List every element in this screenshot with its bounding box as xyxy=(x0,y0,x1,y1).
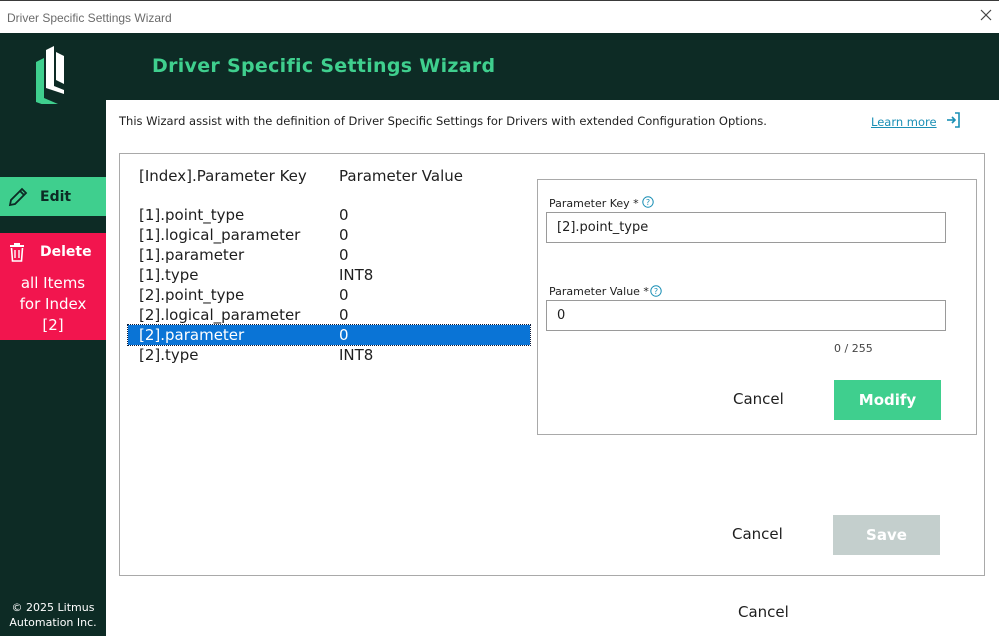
row-value: 0 xyxy=(339,246,349,264)
sidebar: Edit Delete all Items for Index [2] © 20… xyxy=(0,33,106,636)
list-item[interactable]: [2].type INT8 xyxy=(128,345,530,365)
learn-more-link[interactable]: Learn more xyxy=(871,115,937,129)
parameter-value-label: Parameter Value * xyxy=(549,285,649,298)
cancel-button[interactable]: Cancel xyxy=(732,525,783,543)
row-key: [1].point_type xyxy=(139,206,245,224)
row-key: [1].logical_parameter xyxy=(139,226,301,244)
help-icon[interactable]: ? xyxy=(650,285,662,297)
column-header-key: [Index].Parameter Key xyxy=(139,167,307,185)
list-item[interactable]: [2].point_type 0 xyxy=(128,285,530,305)
pencil-icon xyxy=(8,187,28,207)
list-item[interactable]: [2].logical_parameter 0 xyxy=(128,305,530,325)
list-item[interactable]: [1].point_type 0 xyxy=(128,205,530,225)
trash-icon xyxy=(10,243,24,262)
row-value: 0 xyxy=(339,326,349,344)
wizard-description: This Wizard assist with the definition o… xyxy=(119,114,767,128)
close-icon[interactable] xyxy=(979,8,993,22)
edit-label: Edit xyxy=(40,189,72,205)
list-item[interactable]: [1].type INT8 xyxy=(128,265,530,285)
row-key: [2].parameter xyxy=(139,326,245,344)
svg-text:?: ? xyxy=(646,198,650,207)
row-key: [1].parameter xyxy=(139,246,245,264)
header: Driver Specific Settings Wizard xyxy=(106,33,999,100)
parameter-list: [1].point_type 0 [1].logical_parameter 0 [… xyxy=(127,205,531,365)
row-value: 0 xyxy=(339,226,349,244)
row-key: [2].type xyxy=(139,346,199,364)
parameter-key-input[interactable] xyxy=(546,212,946,243)
parameter-key-label: Parameter Key * xyxy=(549,197,639,210)
row-key: [1].type xyxy=(139,266,199,284)
row-key: [2].point_type xyxy=(139,286,245,304)
column-header-value: Parameter Value xyxy=(339,167,463,185)
delete-label: Delete xyxy=(40,244,92,260)
svg-text:?: ? xyxy=(654,287,658,296)
delete-sub-label: all Items for Index [2] xyxy=(19,274,87,334)
outer-cancel-button[interactable]: Cancel xyxy=(738,603,789,621)
row-value: 0 xyxy=(339,286,349,304)
list-item[interactable]: [2].parameter 0 xyxy=(127,324,531,346)
save-button: Save xyxy=(833,515,940,555)
delete-button[interactable]: Delete all Items for Index [2] xyxy=(0,233,106,340)
row-value: INT8 xyxy=(339,346,374,364)
page-title: Driver Specific Settings Wizard xyxy=(152,55,496,77)
copyright: © 2025 Litmus Automation Inc. xyxy=(9,601,97,629)
row-value: INT8 xyxy=(339,266,374,284)
edit-button[interactable]: Edit xyxy=(0,177,106,216)
list-item[interactable]: [1].logical_parameter 0 xyxy=(128,225,530,245)
row-key: [2].logical_parameter xyxy=(139,306,301,324)
help-icon[interactable]: ? xyxy=(642,196,654,208)
row-value: 0 xyxy=(339,206,349,224)
parameter-value-input[interactable] xyxy=(546,300,946,331)
row-value: 0 xyxy=(339,306,349,324)
editor-cancel-button[interactable]: Cancel xyxy=(733,390,784,408)
external-link-icon[interactable] xyxy=(944,111,962,129)
character-counter: 0 / 255 xyxy=(834,342,873,355)
window-title: Driver Specific Settings Wizard xyxy=(7,11,172,25)
modify-button[interactable]: Modify xyxy=(834,380,941,420)
list-item[interactable]: [1].parameter 0 xyxy=(128,245,530,265)
window-titlebar: Driver Specific Settings Wizard xyxy=(0,0,999,33)
litmus-logo-icon xyxy=(36,46,64,104)
